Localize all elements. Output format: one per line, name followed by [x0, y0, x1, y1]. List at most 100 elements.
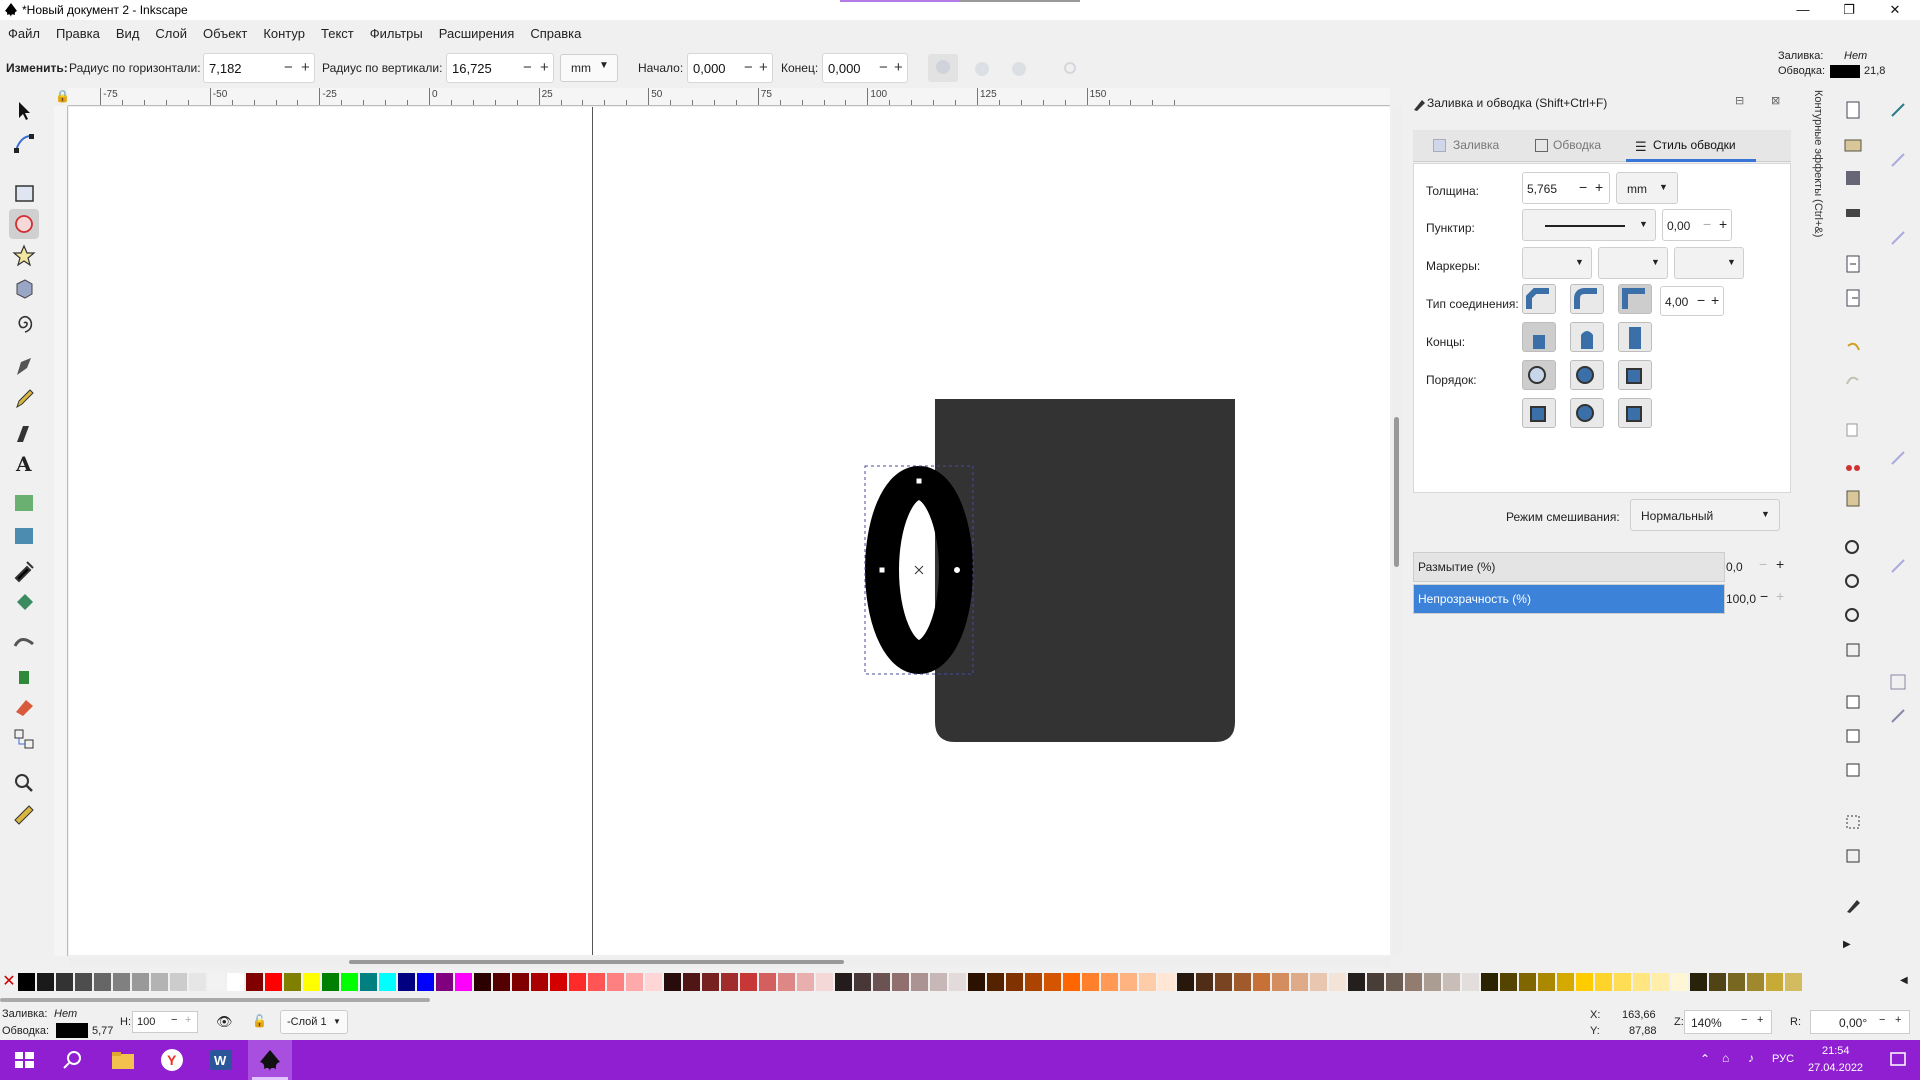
width-unit-dropdown[interactable]: mm ▼: [1616, 172, 1678, 204]
color-swatch[interactable]: [1443, 973, 1460, 991]
save-icon[interactable]: [1843, 168, 1863, 188]
import-icon[interactable]: [1843, 254, 1863, 274]
mid-marker-dropdown[interactable]: ▼: [1598, 247, 1668, 279]
mesh-tool[interactable]: [9, 521, 39, 551]
color-swatch[interactable]: [854, 973, 871, 991]
color-swatch[interactable]: [664, 973, 681, 991]
color-swatch[interactable]: [436, 973, 453, 991]
color-swatch[interactable]: [1234, 973, 1251, 991]
color-swatch[interactable]: [360, 973, 377, 991]
color-swatch[interactable]: [1006, 973, 1023, 991]
color-swatch[interactable]: [626, 973, 643, 991]
plus-icon[interactable]: +: [185, 1014, 191, 1026]
color-swatch[interactable]: [151, 973, 168, 991]
color-swatch[interactable]: [987, 973, 1004, 991]
menu-view[interactable]: Вид: [108, 24, 148, 44]
color-swatch[interactable]: [75, 973, 92, 991]
minus-icon[interactable]: −: [523, 59, 532, 76]
minus-icon[interactable]: −: [284, 59, 293, 76]
swatch-strip[interactable]: [18, 971, 1898, 993]
color-swatch[interactable]: [1728, 973, 1745, 991]
scroll-thumb[interactable]: [0, 998, 430, 1002]
dock-close-icon[interactable]: ⊠: [1771, 94, 1780, 107]
spray-tool[interactable]: [9, 659, 39, 689]
minus-icon[interactable]: −: [879, 59, 888, 76]
color-swatch[interactable]: [1253, 973, 1270, 991]
path-effects-tab[interactable]: Контурные эффекты (Ctrl+&): [1808, 90, 1828, 270]
dock-minimize-icon[interactable]: ⊟: [1735, 94, 1744, 107]
color-swatch[interactable]: [1652, 973, 1669, 991]
menu-filters[interactable]: Фильтры: [362, 24, 431, 44]
measure-tool[interactable]: [9, 800, 39, 830]
color-swatch[interactable]: [911, 973, 928, 991]
color-swatch[interactable]: [892, 973, 909, 991]
network-icon[interactable]: ⌂: [1722, 1051, 1729, 1065]
tab-stroke-paint[interactable]: Обводка: [1553, 138, 1601, 152]
color-swatch[interactable]: [1158, 973, 1175, 991]
ungroup-icon[interactable]: [1843, 846, 1863, 866]
palette-scrollbar[interactable]: [0, 994, 1920, 1004]
pen-tool[interactable]: [9, 352, 39, 382]
windows-start-icon[interactable]: [12, 1048, 38, 1072]
tray-chevron-icon[interactable]: ⌃: [1700, 1052, 1710, 1066]
plus-icon[interactable]: +: [759, 59, 768, 76]
pencil-tool[interactable]: [9, 384, 39, 414]
color-swatch[interactable]: [322, 973, 339, 991]
color-swatch[interactable]: [227, 973, 244, 991]
minus-icon[interactable]: −: [1760, 588, 1768, 604]
node-tool[interactable]: [9, 128, 39, 158]
end-input[interactable]: 0,000 − +: [822, 53, 908, 83]
palette-menu-icon[interactable]: ◀: [1900, 975, 1908, 986]
color-swatch[interactable]: [1177, 973, 1194, 991]
snap-text-icon[interactable]: [1888, 556, 1908, 576]
fill-stroke-indicator[interactable]: Заливка: Нет Обводка: 21,8: [1778, 50, 1920, 82]
rx-input[interactable]: 7,182 − +: [203, 53, 315, 83]
plus-icon[interactable]: +: [301, 59, 310, 76]
color-swatch[interactable]: [816, 973, 833, 991]
ry-input[interactable]: 16,725 − +: [446, 53, 554, 83]
canvas[interactable]: [69, 107, 1390, 955]
drawing[interactable]: [69, 107, 1390, 955]
volume-icon[interactable]: ♪: [1748, 1051, 1754, 1065]
color-swatch[interactable]: [1215, 973, 1232, 991]
dash-offset-input[interactable]: 0,00 − +: [1662, 209, 1732, 241]
spiral-tool[interactable]: [9, 308, 39, 338]
language-indicator[interactable]: РУС: [1772, 1053, 1794, 1065]
cut-icon[interactable]: [1843, 454, 1863, 474]
color-swatch[interactable]: [341, 973, 358, 991]
color-swatch[interactable]: [930, 973, 947, 991]
color-swatch[interactable]: [949, 973, 966, 991]
color-swatch[interactable]: [1291, 973, 1308, 991]
snap-guide-icon[interactable]: [1888, 706, 1908, 726]
color-swatch[interactable]: [1633, 973, 1650, 991]
word-icon[interactable]: W: [208, 1048, 234, 1072]
color-swatch[interactable]: [1519, 973, 1536, 991]
color-swatch[interactable]: [417, 973, 434, 991]
color-swatch[interactable]: [1614, 973, 1631, 991]
dropper-tool[interactable]: [9, 554, 39, 584]
order-button-6[interactable]: [1618, 398, 1652, 428]
color-swatch[interactable]: [1063, 973, 1080, 991]
plus-icon[interactable]: +: [1595, 179, 1603, 195]
color-swatch[interactable]: [759, 973, 776, 991]
xml-editor-icon[interactable]: [1843, 896, 1863, 916]
minus-icon[interactable]: −: [1579, 179, 1587, 195]
menu-edit[interactable]: Правка: [48, 24, 108, 44]
3d-box-tool[interactable]: [9, 274, 39, 304]
color-swatch[interactable]: [873, 973, 890, 991]
color-swatch[interactable]: [1557, 973, 1574, 991]
export-icon[interactable]: [1843, 288, 1863, 308]
join-bevel-button[interactable]: [1522, 284, 1556, 314]
snap-others-icon[interactable]: [1888, 448, 1908, 468]
color-swatch[interactable]: [968, 973, 985, 991]
arc-icon[interactable]: [1012, 62, 1026, 76]
rectangle-tool[interactable]: [9, 178, 39, 208]
color-swatch[interactable]: [493, 973, 510, 991]
color-swatch[interactable]: [1538, 973, 1555, 991]
print-icon[interactable]: [1843, 202, 1863, 222]
minus-icon[interactable]: −: [1741, 1014, 1747, 1026]
color-swatch[interactable]: [550, 973, 567, 991]
color-swatch[interactable]: [379, 973, 396, 991]
calligraphy-tool[interactable]: [9, 418, 39, 448]
notifications-icon[interactable]: [1888, 1050, 1908, 1070]
